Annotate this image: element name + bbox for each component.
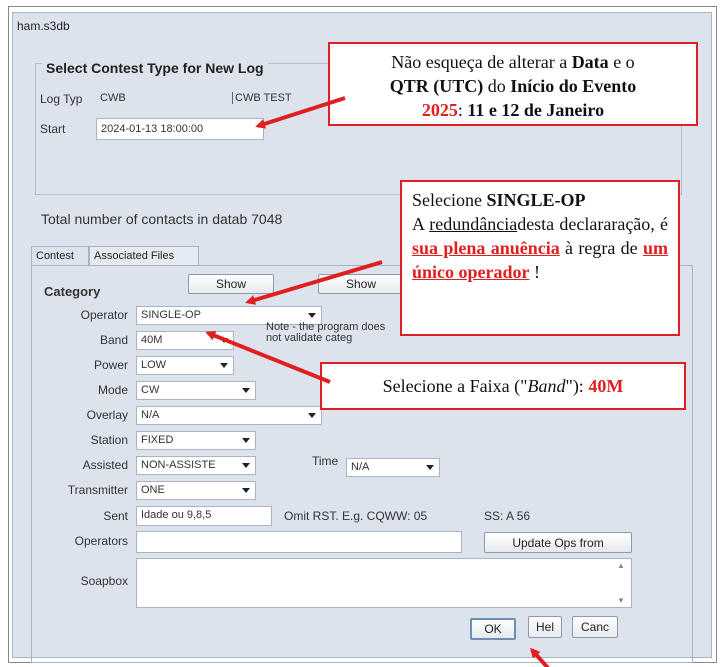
- ok-button[interactable]: OK: [470, 618, 516, 640]
- callout-text: 11 e 12 de Janeiro: [467, 100, 605, 120]
- sent-label: Sent: [103, 509, 128, 523]
- scroll-up-icon[interactable]: ▲: [617, 561, 625, 570]
- chevron-down-icon: [242, 438, 250, 443]
- band-label: Band: [99, 333, 128, 347]
- chevron-down-icon: [242, 388, 250, 393]
- callout-text: A: [412, 214, 430, 234]
- window-title: ham.s3db: [17, 19, 70, 33]
- start-datetime-input[interactable]: 2024-01-13 18:00:00: [96, 118, 264, 140]
- callout-text: Data: [571, 52, 609, 72]
- start-label: Start: [40, 122, 66, 136]
- callout-text: Selecione: [412, 190, 487, 210]
- chevron-down-icon: [426, 465, 434, 470]
- help-button[interactable]: Hel: [528, 616, 562, 638]
- callout-band: Selecione a Faixa ("Band"): 40M: [320, 362, 686, 410]
- chevron-down-icon: [220, 338, 228, 343]
- operators-input[interactable]: [136, 531, 462, 553]
- assisted-select[interactable]: NON-ASSISTE: [136, 456, 256, 475]
- log-type-value[interactable]: CWB: [100, 92, 126, 104]
- sent-hint: Omit RST. E.g. CQWW: 05: [284, 509, 428, 523]
- callout-text: Selecione a Faixa (": [382, 376, 528, 396]
- assisted-label: Assisted: [82, 458, 128, 472]
- transmitter-label: Transmitter: [67, 483, 128, 497]
- tab-associated-files[interactable]: Associated Files: [89, 246, 199, 266]
- chevron-down-icon: [308, 313, 316, 318]
- callout-single-op: Selecione SINGLE-OP A redundânciadesta d…: [400, 180, 680, 336]
- show-button-1[interactable]: Show: [188, 274, 274, 294]
- callout-text: sua plena anuência: [412, 238, 560, 258]
- soapbox-scrollbar[interactable]: ▲ ▼: [615, 561, 629, 605]
- callout-text: e o: [608, 52, 635, 72]
- operators-label: Operators: [74, 534, 128, 548]
- category-heading: Category: [44, 284, 101, 299]
- chevron-down-icon: [242, 463, 250, 468]
- callout-text: desta declararação, é: [517, 214, 669, 234]
- callout-text: do: [483, 76, 511, 96]
- callout-text: à regra de: [559, 238, 643, 258]
- station-select[interactable]: FIXED: [136, 431, 256, 450]
- power-label: Power: [93, 358, 128, 372]
- chevron-down-icon: [308, 413, 316, 418]
- tab-contest[interactable]: Contest: [31, 246, 89, 266]
- log-type-desc: CWB TEST: [232, 92, 292, 104]
- callout-text: Band: [527, 376, 566, 396]
- callout-start-date: Não esqueça de alterar a Data e o QTR (U…: [328, 42, 698, 126]
- soapbox-label: Soapbox: [80, 574, 128, 588]
- show-button-2[interactable]: Show: [318, 274, 404, 294]
- chevron-down-icon: [220, 363, 228, 368]
- band-select[interactable]: 40M: [136, 331, 234, 350]
- callout-text: SINGLE-OP: [486, 190, 586, 210]
- validation-note: Note - the program does not validate cat…: [266, 321, 386, 344]
- callout-text: 2025: [421, 100, 458, 120]
- callout-text: :: [457, 100, 468, 120]
- callout-text: Início do Evento: [510, 76, 637, 96]
- log-type-label: Log Typ: [40, 92, 83, 106]
- callout-text: redundância: [429, 214, 518, 234]
- scroll-down-icon[interactable]: ▼: [617, 596, 625, 605]
- update-ops-button[interactable]: Update Ops from: [484, 532, 632, 553]
- chevron-down-icon: [242, 488, 250, 493]
- mode-label: Mode: [97, 383, 128, 397]
- callout-text: "):: [565, 376, 589, 396]
- overlay-select[interactable]: N/A: [136, 406, 322, 425]
- mode-select[interactable]: CW: [136, 381, 256, 400]
- callout-text: QTR (UTC): [389, 76, 484, 96]
- callout-text: 40M: [588, 376, 624, 396]
- callout-text: !: [529, 262, 541, 282]
- time-label: Time: [312, 454, 339, 468]
- callout-text: Não esqueça de alterar a: [391, 52, 572, 72]
- cancel-button[interactable]: Canc: [572, 616, 618, 638]
- time-select[interactable]: N/A: [346, 458, 440, 477]
- overlay-label: Overlay: [86, 408, 128, 422]
- group-title: Select Contest Type for New Log: [42, 60, 268, 76]
- transmitter-select[interactable]: ONE: [136, 481, 256, 500]
- total-contacts-text: Total number of contacts in datab 7048: [41, 211, 283, 227]
- station-label: Station: [90, 433, 128, 447]
- ss-hint: SS: A 56: [484, 509, 531, 523]
- operator-label: Operator: [80, 308, 128, 322]
- sent-input[interactable]: Idade ou 9,8,5: [136, 506, 272, 526]
- power-select[interactable]: LOW: [136, 356, 234, 375]
- soapbox-textarea[interactable]: ▲ ▼: [136, 558, 632, 608]
